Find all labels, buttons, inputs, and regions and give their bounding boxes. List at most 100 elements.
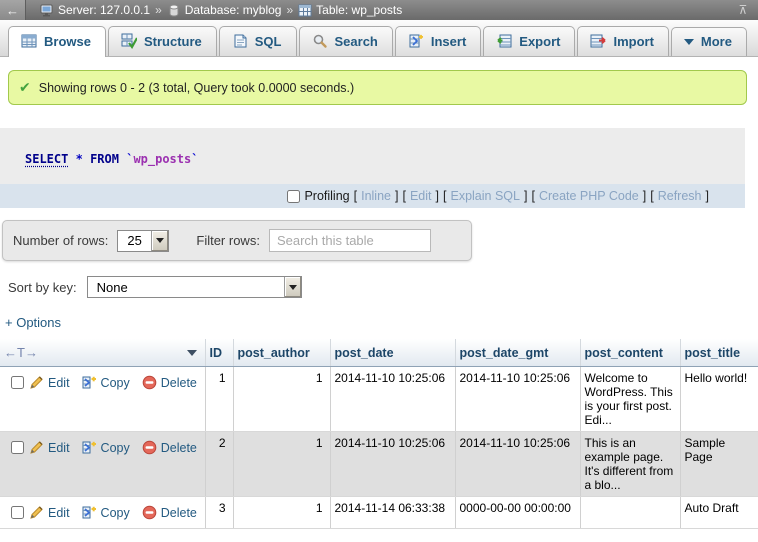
collapse-topbar-button[interactable]: ⊼ [728,3,758,17]
edit-row-link[interactable]: Edit [29,505,70,520]
edit-row-link[interactable]: Edit [29,375,70,390]
cell-post-title: Sample Page [680,432,758,497]
sql-table-name: wp_posts [133,152,191,166]
sql-star: * [76,152,83,166]
edit-row-link[interactable]: Edit [29,440,70,455]
column-header-post-date-gmt[interactable]: post_date_gmt [455,339,580,367]
cell-post-date-gmt: 2014-11-10 10:25:06 [455,432,580,497]
tab-sql[interactable]: SQL [219,26,297,56]
success-message: ✔ Showing rows 0 - 2 (3 total, Query too… [8,70,747,105]
profiling-label: Profiling [304,189,349,203]
column-header-post-author[interactable]: post_author [233,339,330,367]
breadcrumb-server-label: Server: 127.0.0.1 [58,3,150,17]
tab-search-label: Search [335,34,378,49]
breadcrumb-database-label: Database: myblog [185,3,282,17]
table-row: Edit Copy Delete 2 1 2014-11-10 10:25:06… [0,432,758,497]
cell-post-date: 2014-11-10 10:25:06 [330,367,455,432]
options-toggle-link[interactable]: + Options [5,315,61,330]
table-row: Edit Copy Delete 3 1 2014-11-14 06:33:38… [0,497,758,529]
profiling-checkbox[interactable] [287,190,300,203]
actions-column-header: ←T→ [0,339,205,367]
cell-id: 2 [205,432,233,497]
sql-tools-bar: Profiling [ Inline ] [ Edit ] [ Explain … [0,184,745,208]
breadcrumb-server[interactable]: Server: 127.0.0.1 [40,3,150,17]
tab-sql-label: SQL [255,34,282,49]
sql-keyword-from: FROM [90,152,119,166]
insert-icon [408,33,424,49]
delete-row-link[interactable]: Delete [142,505,197,520]
explain-sql-link[interactable]: Explain SQL [450,189,519,203]
tab-search[interactable]: Search [299,26,393,56]
tab-insert-label: Insert [431,34,466,49]
success-message-text: Showing rows 0 - 2 (3 total, Query took … [39,81,354,95]
browse-icon [21,33,37,49]
cell-post-author: 1 [233,497,330,529]
breadcrumb-database[interactable]: Database: myblog [167,3,282,17]
create-php-code-link[interactable]: Create PHP Code [539,189,639,203]
breadcrumb-separator: » [155,3,162,17]
cell-post-content: This is an example page. It's different … [580,432,680,497]
copy-row-link[interactable]: Copy [82,440,130,455]
table-header-row: ←T→ ID post_author post_date post_date_g… [0,339,758,367]
delete-icon [142,505,157,520]
sql-query-box: SELECT * FROM `wp_posts` Profiling [ Inl… [0,128,745,208]
import-icon [590,33,606,49]
delete-row-link[interactable]: Delete [142,375,197,390]
cell-post-title: Hello world! [680,367,758,432]
edit-query-link[interactable]: Edit [410,189,432,203]
breadcrumb: Server: 127.0.0.1 » Database: myblog » T… [26,3,728,17]
tab-more[interactable]: More [671,27,747,56]
tab-import[interactable]: Import [577,26,668,56]
cell-post-content: Welcome to WordPress. This is your first… [580,367,680,432]
cell-post-author: 1 [233,432,330,497]
tab-browse[interactable]: Browse [8,26,106,57]
column-header-post-content[interactable]: post_content [580,339,680,367]
copy-row-link[interactable]: Copy [82,505,130,520]
tab-export[interactable]: Export [483,26,575,56]
cell-post-date: 2014-11-14 06:33:38 [330,497,455,529]
column-header-post-title[interactable]: post_title [680,339,758,367]
cell-id: 3 [205,497,233,529]
tab-insert[interactable]: Insert [395,26,481,56]
refresh-link[interactable]: Refresh [658,189,702,203]
cell-post-date-gmt: 2014-11-10 10:25:06 [455,367,580,432]
select-arrow-icon [284,277,301,297]
column-header-post-date[interactable]: post_date [330,339,455,367]
delete-row-link[interactable]: Delete [142,440,197,455]
delete-icon [142,440,157,455]
with-selected-dropdown-icon[interactable] [187,350,197,356]
tab-structure[interactable]: Structure [108,26,217,56]
column-header-id[interactable]: ID [205,339,233,367]
sort-by-key-select[interactable]: None [87,276,302,298]
pencil-icon [29,505,44,520]
cell-post-date-gmt: 0000-00-00 00:00:00 [455,497,580,529]
success-check-icon: ✔ [19,79,31,96]
results-table: ←T→ ID post_author post_date post_date_g… [0,339,758,529]
filter-rows-input[interactable] [269,229,431,252]
cell-post-title: Auto Draft [680,497,758,529]
back-button[interactable]: ← [0,0,26,20]
inline-link[interactable]: Inline [361,189,391,203]
table-row: Edit Copy Delete 1 1 2014-11-10 10:25:06… [0,367,758,432]
row-checkbox[interactable] [11,441,24,454]
collapse-icon: ⊼ [739,3,748,17]
cell-post-author: 1 [233,367,330,432]
filter-rows-label: Filter rows: [196,233,260,248]
sort-by-key-label: Sort by key: [8,280,77,295]
cell-id: 1 [205,367,233,432]
breadcrumb-table-label: Table: wp_posts [316,3,402,17]
number-of-rows-value: 25 [118,231,151,251]
table-icon [298,4,312,17]
delete-icon [142,375,157,390]
breadcrumb-table[interactable]: Table: wp_posts [298,3,402,17]
row-checkbox[interactable] [11,506,24,519]
server-icon [40,4,54,17]
sql-keyword-select: SELECT [25,152,68,166]
search-icon [312,33,328,49]
column-marker-icon[interactable]: ←T→ [4,345,38,360]
export-icon [496,33,512,49]
sql-query-text: SELECT * FROM `wp_posts` [0,128,745,184]
row-checkbox[interactable] [11,376,24,389]
copy-row-link[interactable]: Copy [82,375,130,390]
number-of-rows-select[interactable]: 25 [117,230,169,252]
